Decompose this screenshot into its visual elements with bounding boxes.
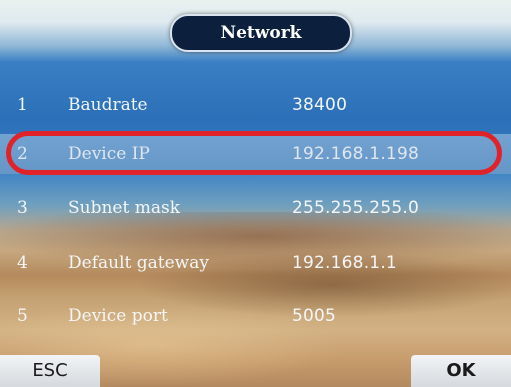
item-value: 255.255.255.0 xyxy=(292,198,419,218)
item-number: 4 xyxy=(17,253,28,273)
item-value: 38400 xyxy=(292,95,348,115)
ok-button[interactable]: OK xyxy=(411,355,511,387)
item-number: 1 xyxy=(17,95,28,115)
esc-button[interactable]: ESC xyxy=(0,355,100,387)
screen-title: Network xyxy=(170,14,352,52)
item-label: Device port xyxy=(68,306,168,326)
item-label: Baudrate xyxy=(68,95,148,115)
item-number: 3 xyxy=(17,198,28,218)
item-number: 5 xyxy=(17,306,28,326)
selection-highlight-ring xyxy=(6,131,502,175)
device-screen: Network 1 Baudrate 38400 2 Device IP 192… xyxy=(0,0,511,387)
item-value: 5005 xyxy=(292,306,337,326)
menu-item-subnet-mask[interactable]: 3 Subnet mask 255.255.255.0 xyxy=(0,188,511,228)
item-value: 192.168.1.1 xyxy=(292,253,397,273)
item-label: Default gateway xyxy=(68,253,209,273)
item-label: Subnet mask xyxy=(68,198,181,218)
menu-item-device-port[interactable]: 5 Device port 5005 xyxy=(0,296,511,336)
menu-item-baudrate[interactable]: 1 Baudrate 38400 xyxy=(0,85,511,125)
menu-item-default-gateway[interactable]: 4 Default gateway 192.168.1.1 xyxy=(0,243,511,283)
